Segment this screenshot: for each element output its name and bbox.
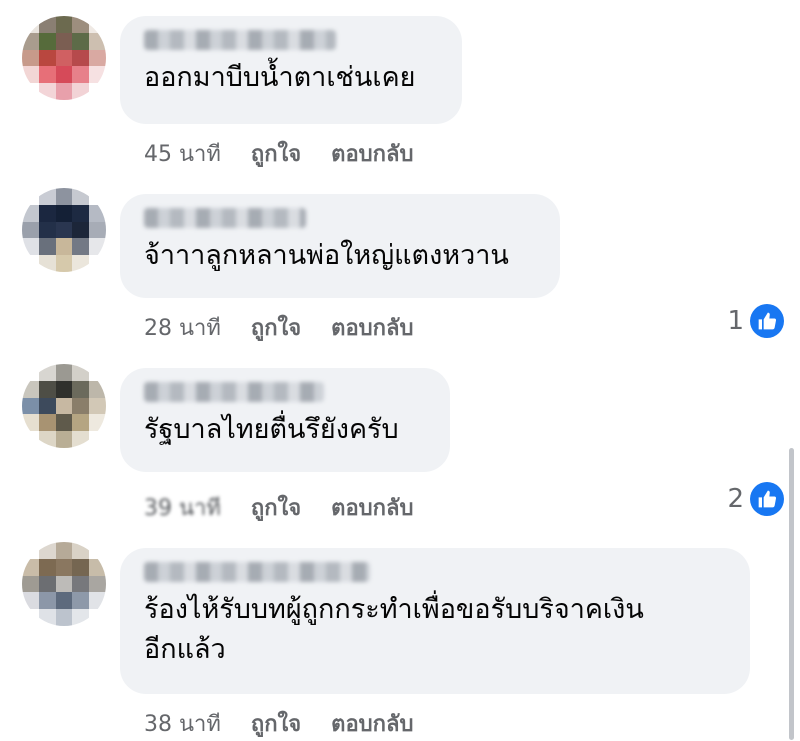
author-name-redacted[interactable] bbox=[144, 382, 324, 402]
comment-bubble: ออกมาบีบน้ำตาเช่นเคย bbox=[120, 16, 462, 124]
comment-text: จ้าาาลูกหลานพ่อใหญ่แตงหวาน bbox=[144, 240, 509, 271]
reply-button[interactable]: ตอบกลับ bbox=[331, 706, 413, 741]
comment-bubble: ร้องไห้รับบทผู้ถูกกระทำเพื่อขอรับบริจาคเ… bbox=[120, 548, 750, 694]
reaction-count: 2 bbox=[727, 484, 744, 514]
comment-meta: 45 นาที ถูกใจ ตอบกลับ bbox=[144, 136, 413, 171]
author-name-redacted[interactable] bbox=[144, 30, 336, 50]
reply-button[interactable]: ตอบกลับ bbox=[331, 490, 413, 525]
comment-meta: 28 นาที ถูกใจ ตอบกลับ bbox=[144, 310, 413, 345]
like-button[interactable]: ถูกใจ bbox=[251, 490, 301, 525]
like-button[interactable]: ถูกใจ bbox=[251, 706, 301, 741]
author-name-redacted[interactable] bbox=[144, 208, 306, 228]
timestamp[interactable]: 28 นาที bbox=[144, 310, 221, 345]
comment-meta: 38 นาที ถูกใจ ตอบกลับ bbox=[144, 706, 413, 741]
comment-text: ออกมาบีบน้ำตาเช่นเคย bbox=[144, 62, 416, 93]
avatar[interactable] bbox=[22, 16, 106, 100]
thumbs-up-icon bbox=[750, 304, 784, 338]
comment-text: รัฐบาลไทยตื่นรึยังครับ bbox=[144, 414, 399, 445]
thumbs-up-icon bbox=[750, 482, 784, 516]
reaction-summary[interactable]: 2 bbox=[727, 482, 784, 516]
avatar[interactable] bbox=[22, 364, 106, 448]
timestamp[interactable]: 38 นาที bbox=[144, 706, 221, 741]
comment-bubble: รัฐบาลไทยตื่นรึยังครับ bbox=[120, 368, 450, 472]
timestamp[interactable]: 39 นาที bbox=[144, 490, 221, 525]
like-button[interactable]: ถูกใจ bbox=[251, 136, 301, 171]
comment-text: ร้องไห้รับบทผู้ถูกกระทำเพื่อขอรับบริจาคเ… bbox=[144, 594, 644, 665]
comment-bubble: จ้าาาลูกหลานพ่อใหญ่แตงหวาน bbox=[120, 194, 560, 298]
author-name-redacted[interactable] bbox=[144, 562, 370, 582]
reply-button[interactable]: ตอบกลับ bbox=[331, 310, 413, 345]
timestamp[interactable]: 45 นาที bbox=[144, 136, 221, 171]
like-button[interactable]: ถูกใจ bbox=[251, 310, 301, 345]
reaction-summary[interactable]: 1 bbox=[727, 304, 784, 338]
avatar[interactable] bbox=[22, 542, 106, 626]
comment-meta: 39 นาที ถูกใจ ตอบกลับ bbox=[144, 490, 413, 525]
reaction-count: 1 bbox=[727, 306, 744, 336]
scrollbar[interactable] bbox=[789, 448, 794, 740]
reply-button[interactable]: ตอบกลับ bbox=[331, 136, 413, 171]
avatar[interactable] bbox=[22, 188, 106, 272]
